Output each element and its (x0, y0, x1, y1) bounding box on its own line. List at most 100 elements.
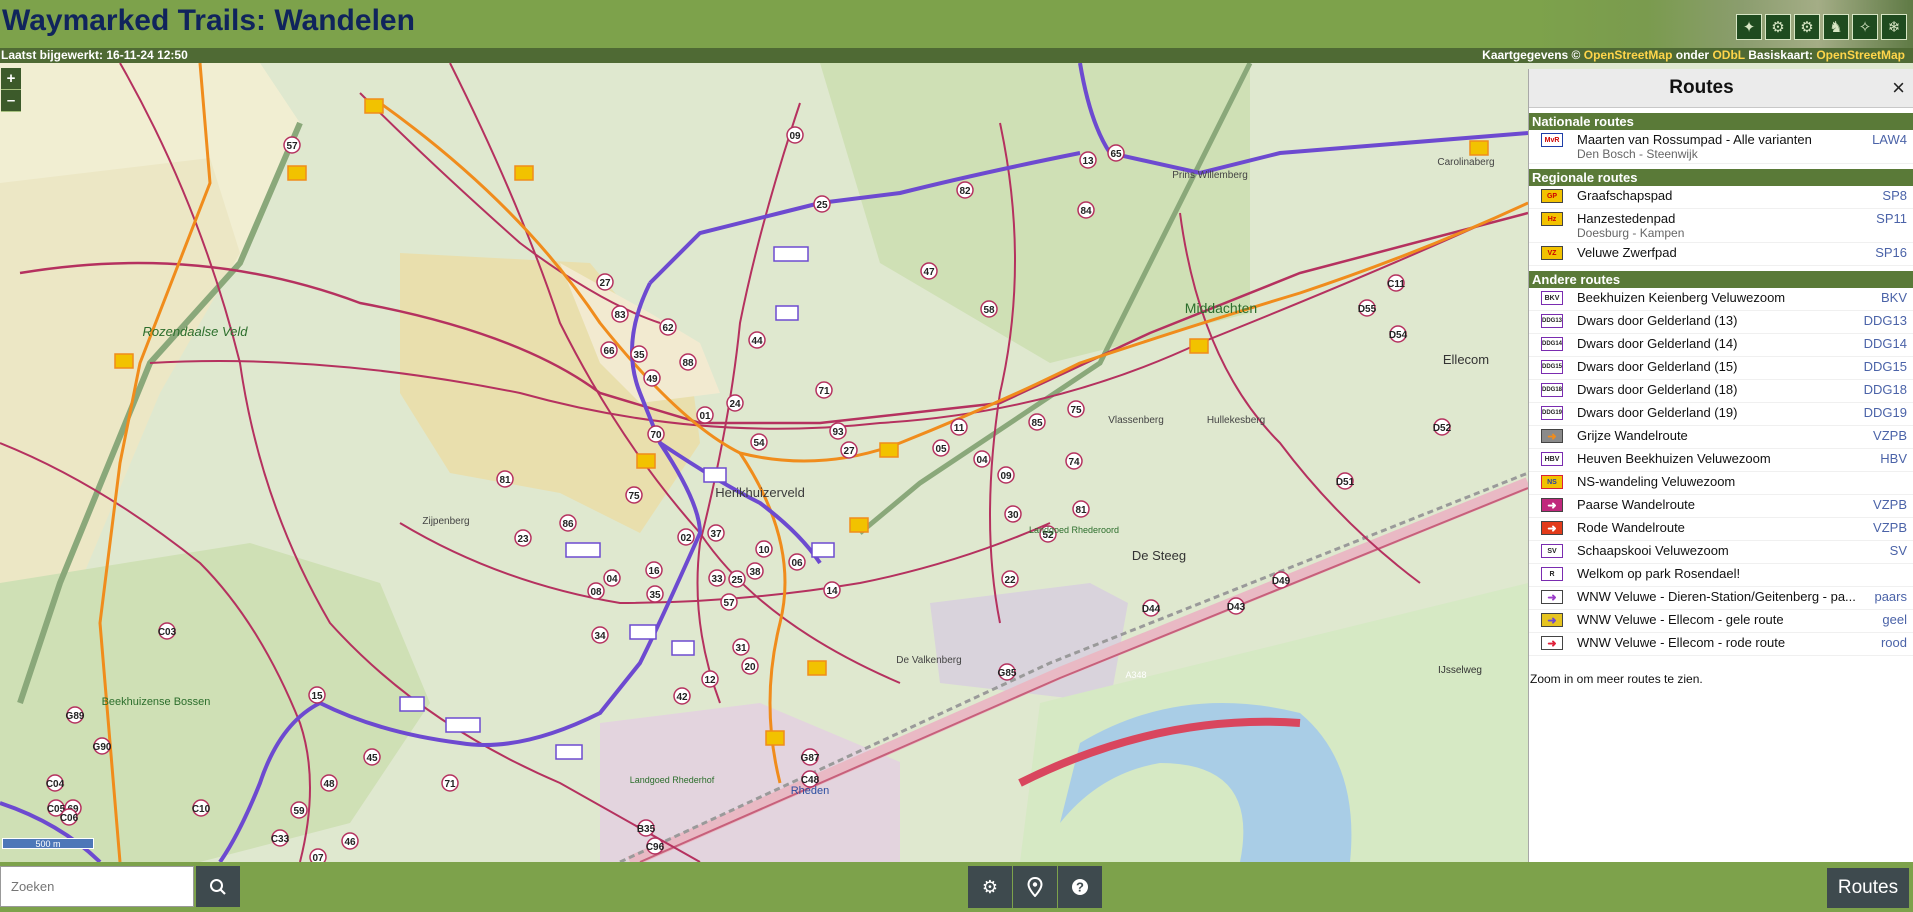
search-button[interactable] (196, 866, 240, 907)
route-item[interactable]: MvR Maarten van Rossumpad - Alle variant… (1529, 130, 1913, 164)
route-code: paars (1874, 589, 1907, 604)
route-item[interactable]: ➜ WNW Veluwe - Ellecom - rode route rood (1529, 633, 1913, 656)
map-node: 86 (562, 519, 574, 530)
route-item[interactable]: GP Graafschapspad SP8 (1529, 186, 1913, 209)
map-node: C06 (60, 813, 79, 824)
routes-toggle-button[interactable]: Routes (1827, 868, 1909, 908)
app-header: Waymarked Trails: Wandelen ✦ ⚙ ⚙ ♞ ✧ ❄ (0, 0, 1913, 48)
route-symbol-icon: GP (1541, 189, 1563, 203)
map-node: B35 (637, 824, 656, 835)
map-node: 04 (976, 455, 988, 466)
route-code: SP11 (1876, 211, 1907, 226)
search-input[interactable] (0, 866, 194, 907)
route-name: Dwars door Gelderland (18) (1577, 382, 1738, 397)
zoom-note: Zoom in om meer routes te zien. (1530, 672, 1703, 686)
bottom-bar (0, 862, 1913, 912)
map-node: 47 (923, 267, 935, 278)
mtb-icon[interactable]: ⚙ (1794, 14, 1820, 40)
route-item[interactable]: DDG19 Dwars door Gelderland (19) DDG19 (1529, 403, 1913, 426)
map-node: 93 (832, 427, 844, 438)
map-node: 44 (751, 336, 763, 347)
close-icon[interactable]: × (1892, 75, 1905, 101)
map-node: 81 (1075, 505, 1087, 516)
route-item[interactable]: ➜ WNW Veluwe - Ellecom - gele route geel (1529, 610, 1913, 633)
panel-header: Routes × (1529, 69, 1913, 108)
svg-text:?: ? (1076, 880, 1084, 895)
map-node: G85 (998, 668, 1017, 679)
map-node: 38 (749, 567, 761, 578)
place-label: Middachten (1185, 300, 1257, 316)
map-node: 27 (843, 446, 855, 457)
route-item[interactable]: ➜ Rode Wandelroute VZPB (1529, 518, 1913, 541)
slope-icon[interactable]: ❄ (1881, 14, 1907, 40)
map-node: 09 (789, 131, 801, 142)
route-symbol-icon: MvR (1541, 133, 1563, 147)
help-icon: ? (1072, 879, 1088, 895)
route-item[interactable]: BKV Beekhuizen Keienberg Veluwezoom BKV (1529, 288, 1913, 311)
route-name: Dwars door Gelderland (13) (1577, 313, 1738, 328)
place-label: Rheden (791, 785, 830, 797)
route-symbol-icon: ➜ (1541, 521, 1563, 535)
route-name: Rode Wandelroute (1577, 520, 1685, 535)
basemap-link[interactable]: OpenStreetMap (1816, 48, 1905, 62)
route-name: Veluwe Zwerfpad (1577, 245, 1677, 260)
map-node: 48 (323, 779, 335, 790)
route-symbol-icon: R (1541, 567, 1563, 581)
route-symbol-icon: DDG13 (1541, 314, 1563, 328)
map-node: D49 (1272, 576, 1291, 587)
skating-icon[interactable]: ✧ (1852, 14, 1878, 40)
zoom-out-button[interactable]: – (1, 90, 21, 112)
map-node: 75 (628, 491, 640, 502)
route-item[interactable]: SV Schaapskooi Veluwezoom SV (1529, 541, 1913, 564)
place-label: Vlassenberg (1108, 415, 1164, 426)
place-label: De Steeg (1132, 548, 1186, 563)
route-symbol-icon: DDG18 (1541, 383, 1563, 397)
route-symbol-icon: VZ (1541, 246, 1563, 260)
route-item[interactable]: DDG18 Dwars door Gelderland (18) DDG18 (1529, 380, 1913, 403)
route-item[interactable]: HBV Heuven Beekhuizen Veluwezoom HBV (1529, 449, 1913, 472)
map-node: 09 (1000, 471, 1012, 482)
map-node: 02 (680, 533, 692, 544)
map-node: 70 (650, 430, 662, 441)
map-node: 31 (735, 643, 747, 654)
place-label: Prins Willemberg (1172, 170, 1248, 181)
map-node: D43 (1227, 602, 1246, 613)
route-name: Dwars door Gelderland (15) (1577, 359, 1738, 374)
route-name: Dwars door Gelderland (14) (1577, 336, 1738, 351)
settings-button[interactable]: ⚙ (968, 866, 1012, 908)
riding-icon[interactable]: ♞ (1823, 14, 1849, 40)
route-name: Graafschapspad (1577, 188, 1673, 203)
route-item[interactable]: R Welkom op park Rosendael! (1529, 564, 1913, 587)
route-item[interactable]: DDG15 Dwars door Gelderland (15) DDG15 (1529, 357, 1913, 380)
map-canvas[interactable]: 09 65 13 84 25 82 27 83 62 66 35 49 88 4… (0, 63, 1528, 862)
odbl-link[interactable]: ODbL (1712, 48, 1744, 62)
route-item[interactable]: NS NS-wandeling Veluwezoom (1529, 472, 1913, 495)
hiking-icon[interactable]: ✦ (1736, 14, 1762, 40)
cycling-icon[interactable]: ⚙ (1765, 14, 1791, 40)
route-symbol-icon: ➜ (1541, 613, 1563, 627)
map-node: 57 (286, 141, 298, 152)
map-attribution: Kaartgegevens © OpenStreetMap onder ODbL… (1482, 48, 1905, 63)
help-button[interactable]: ? (1058, 866, 1102, 908)
map-node: 12 (704, 675, 716, 686)
route-item[interactable]: VZ Veluwe Zwerfpad SP16 (1529, 243, 1913, 266)
route-item[interactable]: Hz Hanzestedenpad Doesburg - Kampen SP11 (1529, 209, 1913, 243)
route-symbol-icon: DDG19 (1541, 406, 1563, 420)
map-node: 71 (818, 386, 830, 397)
route-code: SP8 (1882, 188, 1907, 203)
map-node: 49 (646, 374, 658, 385)
route-item[interactable]: ➜ Paarse Wandelroute VZPB (1529, 495, 1913, 518)
map-node: 14 (826, 586, 838, 597)
route-item[interactable]: DDG14 Dwars door Gelderland (14) DDG14 (1529, 334, 1913, 357)
map-node: G87 (801, 753, 820, 764)
zoom-in-button[interactable]: + (1, 68, 21, 90)
route-symbol-icon: SV (1541, 544, 1563, 558)
osm-link[interactable]: OpenStreetMap (1584, 48, 1673, 62)
route-item[interactable]: ➜ WNW Veluwe - Dieren-Station/Geitenberg … (1529, 587, 1913, 610)
map-node: D52 (1433, 423, 1452, 434)
app-title[interactable]: Waymarked Trails: Wandelen (2, 4, 415, 38)
location-button[interactable] (1013, 866, 1057, 908)
route-item[interactable]: ➜ Grijze Wandelroute VZPB (1529, 426, 1913, 449)
route-item[interactable]: DDG13 Dwars door Gelderland (13) DDG13 (1529, 311, 1913, 334)
route-code: VZPB (1873, 497, 1907, 512)
